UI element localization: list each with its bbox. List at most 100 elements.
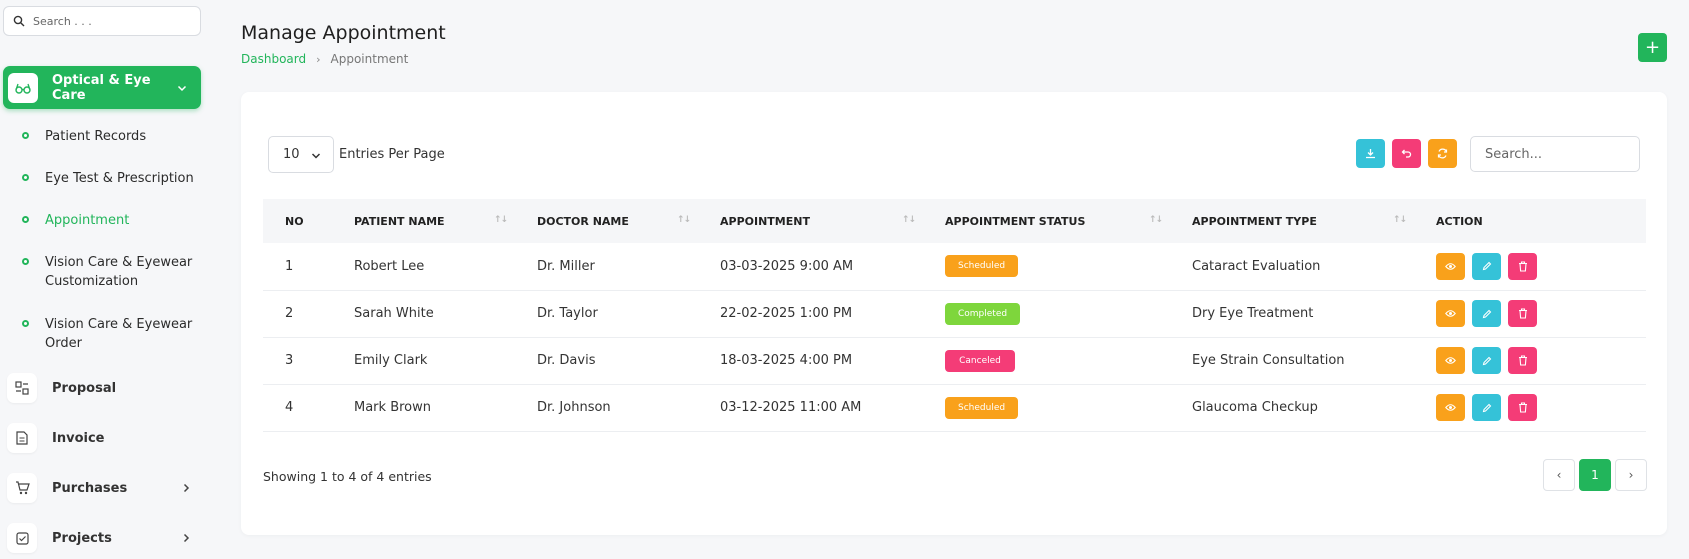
eye-icon	[1445, 356, 1456, 365]
view-button[interactable]	[1436, 252, 1465, 280]
sidebar-search[interactable]	[3, 6, 201, 36]
status-badge: Completed	[945, 302, 1021, 325]
sidebar-subitem-appointment[interactable]: Appointment	[22, 211, 195, 230]
cell-patient-name: Emily Clark	[354, 353, 428, 368]
sidebar-item-purchases[interactable]: Purchases	[7, 471, 197, 505]
cell-no: 4	[285, 400, 294, 415]
trash-icon	[1518, 308, 1528, 319]
column-header-doctor-name[interactable]: DOCTOR NAME ↑↓	[515, 199, 698, 243]
delete-button[interactable]	[1508, 252, 1537, 280]
sidebar-search-input[interactable]	[33, 14, 183, 28]
edit-button[interactable]	[1472, 394, 1501, 421]
bullet-icon	[22, 132, 29, 139]
page-button-1[interactable]: 1	[1579, 459, 1611, 491]
chevron-down-icon	[177, 85, 187, 91]
cell-no: 2	[285, 306, 294, 321]
search-icon	[13, 15, 25, 27]
sidebar-subitem-eye-test[interactable]: Eye Test & Prescription	[22, 169, 195, 188]
sort-icon: ↑↓	[676, 215, 691, 225]
glasses-icon	[15, 83, 31, 94]
cell-patient-name: Robert Lee	[354, 258, 425, 274]
cell-appointment-type: Glaucoma Checkup	[1192, 400, 1318, 415]
next-page-button[interactable]: ›	[1615, 459, 1647, 491]
sidebar: Optical & Eye Care Patient Records Eye T…	[0, 0, 208, 559]
download-button[interactable]	[1356, 139, 1385, 168]
trash-icon	[1518, 402, 1528, 413]
table-search-input[interactable]	[1470, 136, 1640, 172]
entries-summary: Showing 1 to 4 of 4 entries	[263, 469, 432, 484]
sidebar-item-invoice[interactable]: Invoice	[7, 421, 197, 455]
appointments-table: NO PATIENT NAME ↑↓ DOCTOR NAME ↑↓ APPOINTM…	[263, 199, 1646, 432]
edit-button[interactable]	[1472, 347, 1501, 374]
trash-icon	[1518, 355, 1528, 366]
column-header-action: ACTION	[1436, 214, 1483, 228]
cell-doctor-name: Dr. Davis	[537, 353, 596, 368]
sidebar-item-proposal[interactable]: Proposal	[7, 371, 197, 405]
view-button[interactable]	[1436, 347, 1465, 374]
eye-icon	[1445, 403, 1456, 412]
sidebar-item-optical-eye-care[interactable]: Optical & Eye Care	[3, 66, 201, 109]
undo-icon	[1401, 149, 1412, 158]
invoice-icon	[16, 431, 28, 445]
edit-button[interactable]	[1472, 252, 1501, 280]
sort-icon: ↑↓	[1148, 215, 1163, 225]
cell-doctor-name: Dr. Johnson	[537, 400, 611, 415]
cell-appointment: 03-03-2025 9:00 AM	[720, 258, 854, 274]
column-header-appointment-type[interactable]: APPOINTMENT TYPE ↑↓	[1170, 199, 1414, 243]
sort-icon: ↑↓	[493, 215, 508, 225]
delete-button[interactable]	[1508, 300, 1537, 327]
column-header-patient-name[interactable]: PATIENT NAME ↑↓	[332, 199, 515, 243]
cell-appointment: 03-12-2025 11:00 AM	[720, 400, 862, 415]
entries-label: Entries Per Page	[339, 147, 445, 162]
view-button[interactable]	[1436, 394, 1465, 421]
edit-icon	[1482, 403, 1492, 413]
delete-button[interactable]	[1508, 394, 1537, 421]
table-header-row: NO PATIENT NAME ↑↓ DOCTOR NAME ↑↓ APPOINTM…	[263, 199, 1646, 243]
refresh-button[interactable]	[1428, 139, 1457, 168]
breadcrumb-current: Appointment	[330, 52, 409, 66]
table-row: 1 Robert Lee Dr. Miller 03-03-2025 9:00 AM S…	[263, 243, 1646, 290]
sidebar-item-label: Optical & Eye Care	[52, 72, 151, 103]
view-button[interactable]	[1436, 300, 1465, 327]
refresh-icon	[1437, 148, 1448, 159]
table-row: 2 Sarah White Dr. Taylor 22-02-2025 1:00 PM…	[263, 290, 1646, 337]
sort-icon: ↑↓	[1392, 215, 1407, 225]
breadcrumb: Dashboard › Appointment	[241, 52, 408, 66]
column-header-no[interactable]: NO	[263, 199, 332, 243]
status-badge: Canceled	[945, 349, 1015, 372]
entries-per-page-select[interactable]: 10	[268, 136, 334, 173]
appointment-card: 10 Entries Per Page NO PATIENT NAME↑↓ DO…	[241, 92, 1667, 535]
chevron-right-icon	[183, 483, 190, 493]
add-appointment-button[interactable]: +	[1638, 33, 1667, 62]
cell-patient-name: Mark Brown	[354, 400, 431, 415]
status-badge: Scheduled	[945, 255, 1019, 278]
delete-button[interactable]	[1508, 347, 1537, 374]
sidebar-subitem-eyewear-customization[interactable]: Vision Care & Eyewear Customization	[22, 253, 195, 291]
cell-appointment-type: Dry Eye Treatment	[1192, 306, 1314, 321]
eye-icon	[1445, 309, 1456, 318]
bullet-icon	[22, 258, 29, 265]
chevron-down-icon	[311, 153, 321, 159]
edit-icon	[1482, 261, 1492, 271]
column-header-appointment-status[interactable]: APPOINTMENT STATUS ↑↓	[923, 199, 1170, 243]
prev-page-button[interactable]: ‹	[1543, 459, 1575, 491]
sidebar-subitem-eyewear-order[interactable]: Vision Care & Eyewear Order	[22, 315, 195, 353]
cell-doctor-name: Dr. Miller	[537, 258, 595, 274]
chevron-right-icon	[183, 533, 190, 543]
sidebar-item-projects[interactable]: Projects	[7, 521, 197, 555]
column-header-appointment[interactable]: APPOINTMENT ↑↓	[698, 199, 923, 243]
edit-icon	[1482, 356, 1492, 366]
undo-button[interactable]	[1392, 139, 1421, 168]
sidebar-subitem-patient-records[interactable]: Patient Records	[22, 127, 195, 146]
cell-no: 3	[285, 353, 294, 368]
pagination: ‹ 1 ›	[1543, 459, 1647, 491]
sort-icon: ↑↓	[901, 215, 916, 225]
edit-icon	[1482, 309, 1492, 319]
breadcrumb-dashboard-link[interactable]: Dashboard	[241, 52, 306, 66]
eye-icon	[1445, 262, 1456, 271]
page-title: Manage Appointment	[241, 22, 446, 44]
chevron-right-icon: ›	[316, 52, 321, 66]
cell-appointment-type: Cataract Evaluation	[1192, 258, 1321, 274]
edit-button[interactable]	[1472, 300, 1501, 327]
cart-icon	[15, 481, 30, 495]
